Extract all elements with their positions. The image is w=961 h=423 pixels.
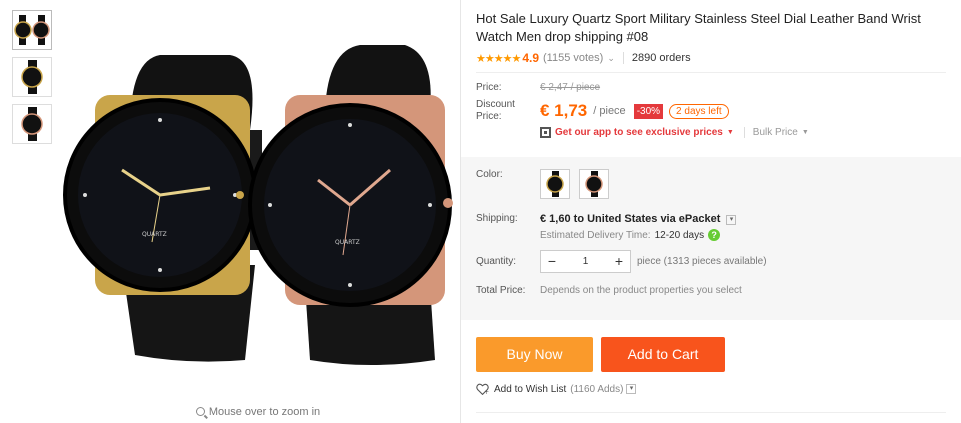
app-promo-link[interactable]: Get our app to see exclusive prices bbox=[555, 127, 723, 138]
thumbnail-pair[interactable] bbox=[12, 10, 52, 50]
magnifier-icon bbox=[195, 407, 205, 416]
chevron-down-icon[interactable]: ▾ bbox=[626, 384, 637, 394]
thumbnail-list bbox=[12, 10, 52, 151]
chevron-down-icon[interactable]: ⌄ bbox=[607, 53, 615, 64]
caret-down-icon[interactable]: ▼ bbox=[727, 129, 734, 136]
color-swatch-gold[interactable] bbox=[540, 169, 570, 199]
shipping-label: Shipping: bbox=[476, 213, 518, 224]
options-panel: Color: Shipping: € 1,60 to United States… bbox=[461, 157, 961, 320]
qr-code-icon bbox=[540, 127, 551, 138]
quantity-increase-button[interactable]: + bbox=[608, 251, 630, 272]
quantity-input[interactable]: 1 bbox=[563, 251, 608, 272]
orders-count: 2890 orders bbox=[631, 52, 691, 64]
caret-down-icon[interactable]: ▼ bbox=[802, 129, 809, 136]
estimated-delivery: Estimated Delivery Time: 12-20 days ? bbox=[540, 229, 956, 241]
svg-text:+: + bbox=[484, 389, 489, 395]
heart-icon: + bbox=[476, 383, 489, 395]
chevron-down-icon[interactable]: ▾ bbox=[726, 215, 737, 225]
color-label: Color: bbox=[476, 169, 503, 180]
product-main-image[interactable]: QUARTZ QUARTZ Mouse over to zoom in bbox=[60, 10, 456, 418]
action-buttons: Buy Now Add to Cart bbox=[476, 337, 725, 372]
add-to-cart-button[interactable]: Add to Cart bbox=[601, 337, 725, 372]
wish-list-row[interactable]: + Add to Wish List (1160 Adds) ▾ bbox=[476, 383, 637, 395]
discount-badge: -30% bbox=[633, 103, 664, 119]
wish-count: (1160 Adds) bbox=[570, 383, 624, 395]
quantity-available: piece (1313 pieces available) bbox=[637, 256, 767, 267]
divider bbox=[476, 72, 946, 73]
svg-text:QUARTZ: QUARTZ bbox=[142, 231, 167, 238]
color-swatch-rose[interactable] bbox=[579, 169, 609, 199]
help-icon[interactable]: ? bbox=[708, 229, 721, 241]
thumbnail-gold[interactable] bbox=[12, 57, 52, 97]
shipping-info[interactable]: € 1,60 to United States via ePacket ▾ bbox=[540, 213, 737, 225]
discount-label: Discount Price: bbox=[476, 99, 515, 122]
rating-row: ★★★★★ 4.9 (1155 votes) ⌄ 2890 orders bbox=[476, 50, 961, 66]
discount-price: € 1,73 bbox=[540, 101, 588, 120]
price-label: Price: bbox=[476, 82, 502, 93]
zoom-hint: Mouse over to zoom in bbox=[60, 406, 456, 418]
buy-now-button[interactable]: Buy Now bbox=[476, 337, 593, 372]
votes-count[interactable]: (1155 votes) bbox=[543, 52, 603, 64]
bulk-price-link[interactable]: Bulk Price bbox=[753, 127, 798, 138]
rating-value: 4.9 bbox=[522, 51, 539, 65]
original-price: € 2,47 / piece bbox=[540, 82, 601, 93]
divider bbox=[476, 412, 946, 413]
total-value: Depends on the product properties you se… bbox=[540, 285, 742, 296]
per-piece-label: / piece bbox=[593, 105, 626, 117]
product-title: Hot Sale Luxury Quartz Sport Military St… bbox=[476, 11, 921, 44]
quantity-label: Quantity: bbox=[476, 256, 517, 267]
svg-text:QUARTZ: QUARTZ bbox=[335, 239, 360, 246]
quantity-decrease-button[interactable]: − bbox=[541, 251, 563, 272]
app-promo-row: Get our app to see exclusive prices ▼ Bu… bbox=[540, 127, 961, 138]
quantity-stepper: − 1 + bbox=[540, 250, 631, 273]
divider bbox=[743, 127, 745, 138]
star-rating-icon: ★★★★★ bbox=[476, 52, 521, 65]
product-info: Hot Sale Luxury Quartz Sport Military St… bbox=[476, 0, 961, 138]
thumbnail-rose[interactable] bbox=[12, 104, 52, 144]
wish-list-link[interactable]: Add to Wish List bbox=[494, 384, 566, 395]
time-left-badge: 2 days left bbox=[669, 103, 729, 119]
divider bbox=[622, 52, 624, 64]
total-label: Total Price: bbox=[476, 285, 526, 296]
